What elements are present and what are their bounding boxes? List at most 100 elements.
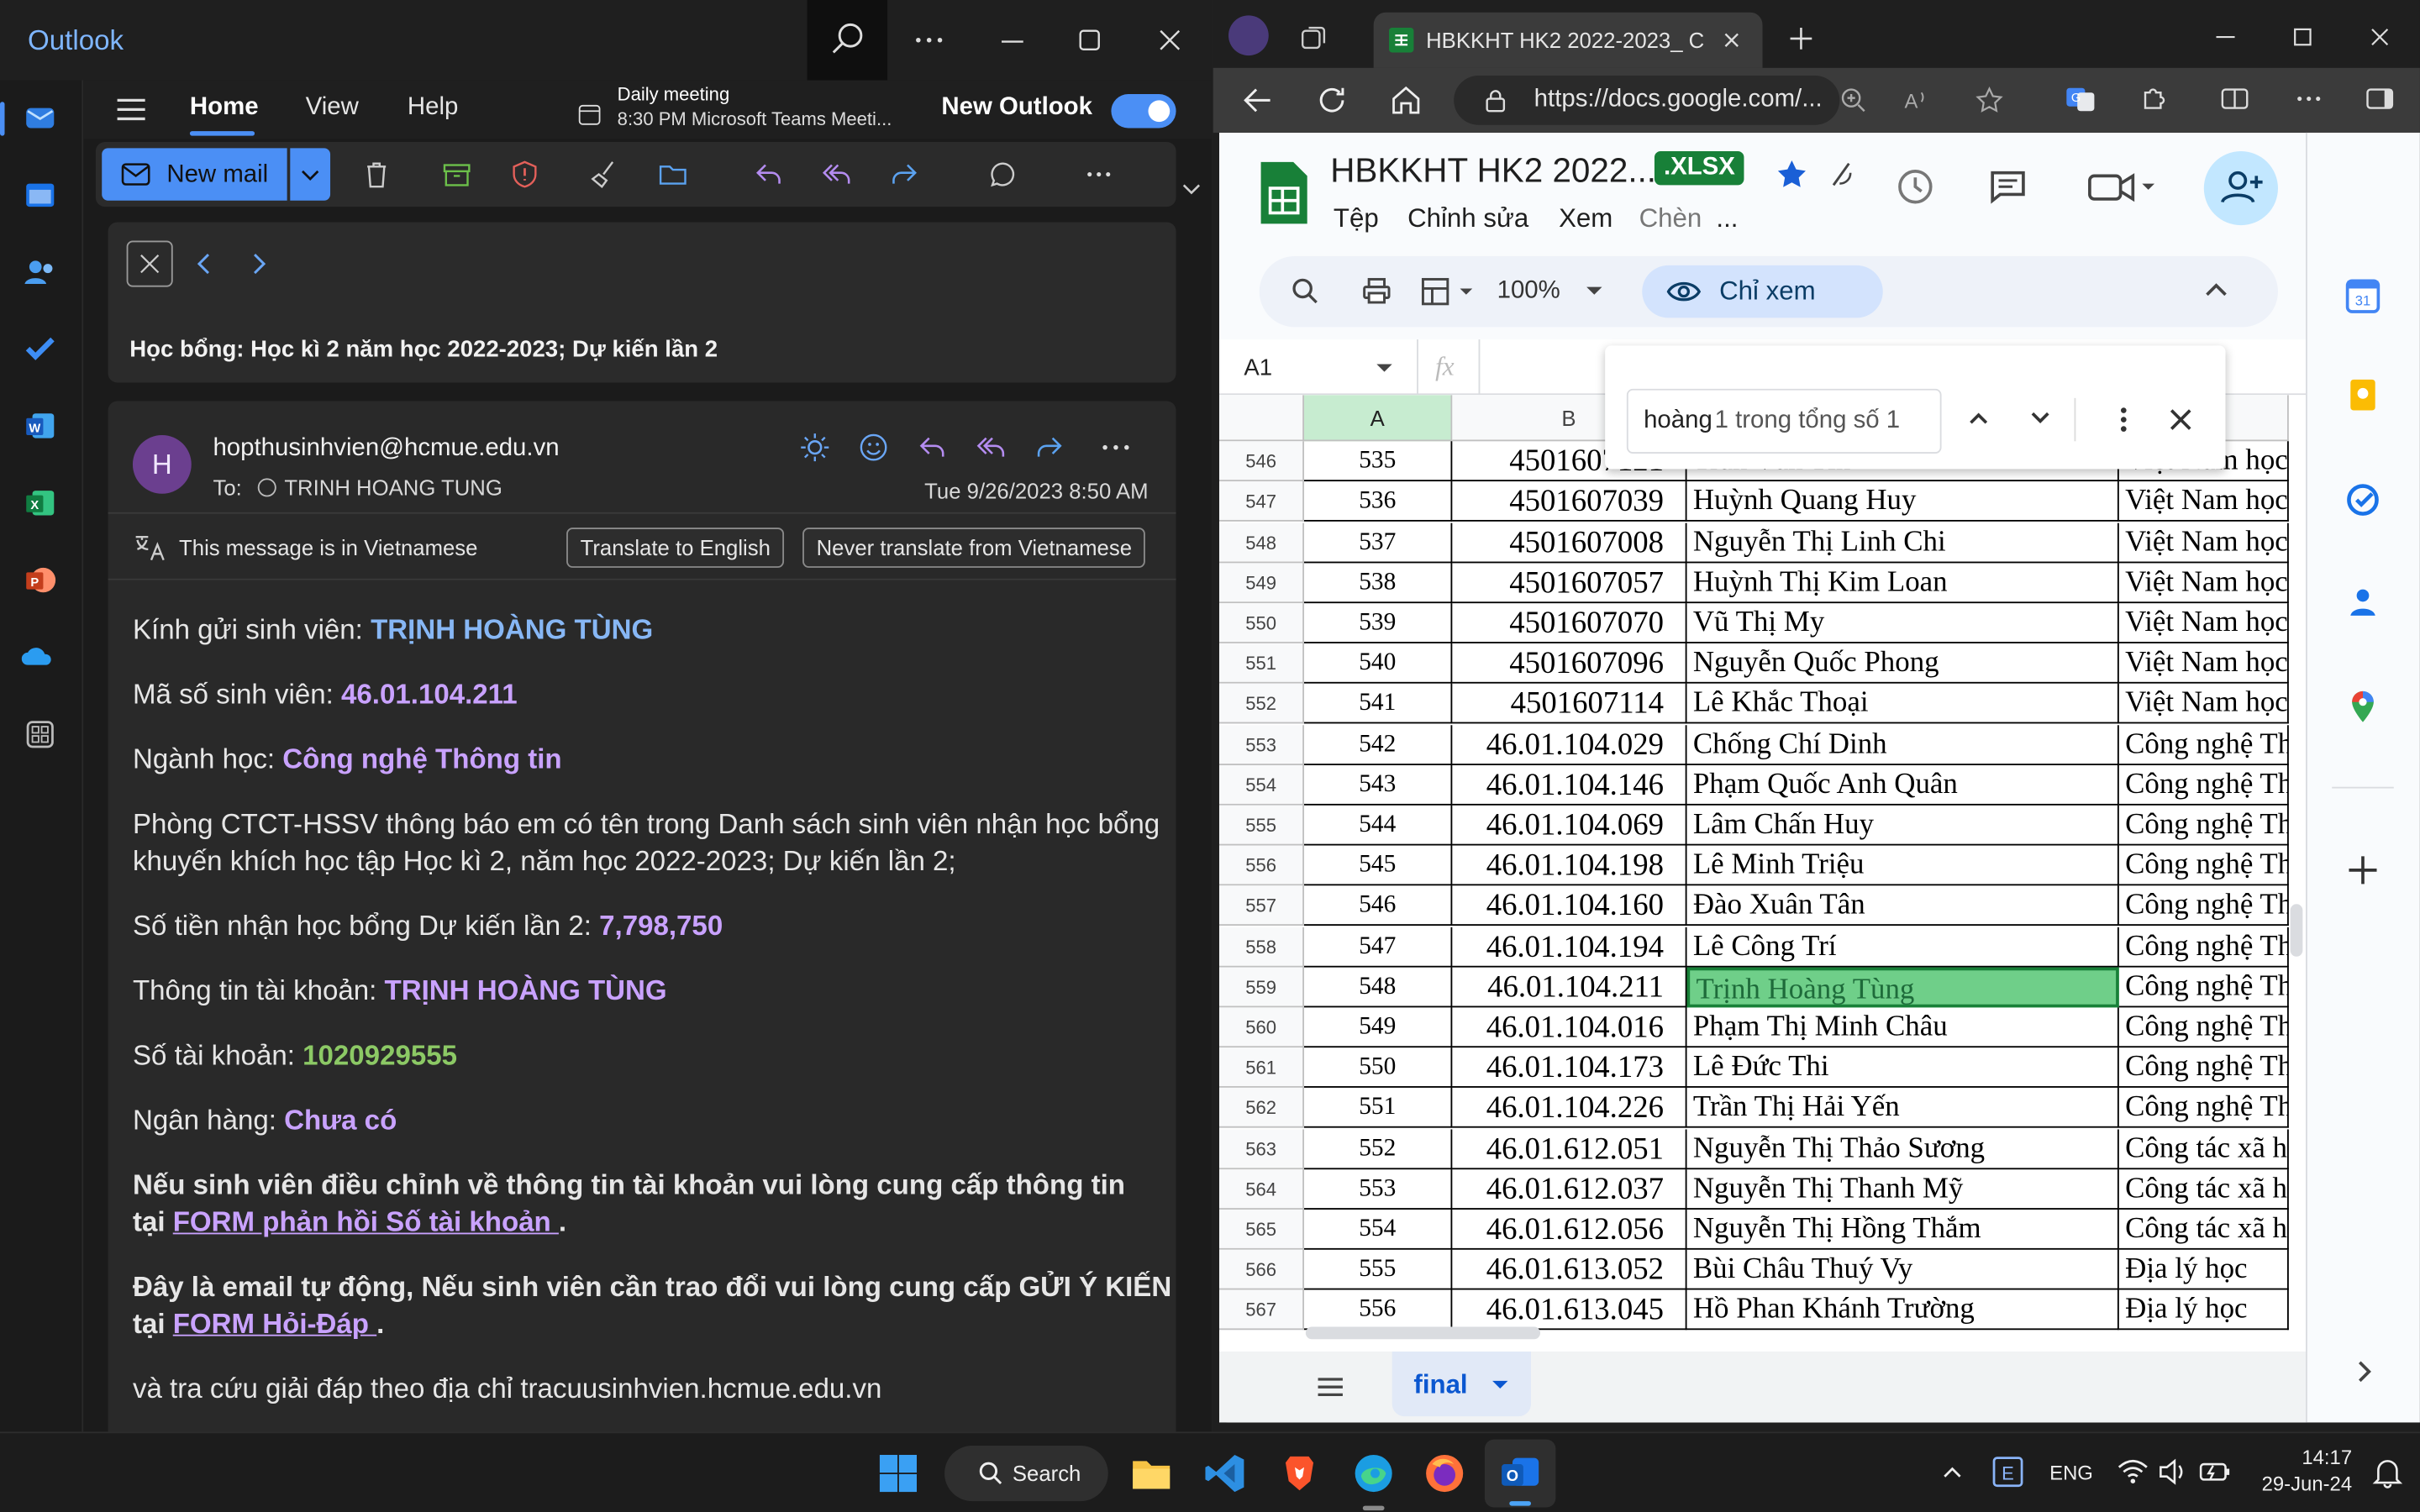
row-header[interactable]: 557 (1218, 885, 1305, 927)
table-cell[interactable]: 46.01.104.069 (1452, 805, 1687, 846)
table-cell[interactable]: 46.01.104.211 (1452, 967, 1687, 1008)
table-cell[interactable]: Lê Minh Triệu (1686, 845, 2119, 886)
find-options-button[interactable] (2114, 404, 2133, 435)
table-cell[interactable]: 4501607114 (1452, 683, 1687, 724)
view-only-button[interactable]: Chỉ xem (1642, 265, 1883, 318)
row-header[interactable]: 559 (1218, 967, 1305, 1008)
address-field[interactable]: https://docs.google.com/... (1454, 75, 1840, 125)
ribbon-more-button[interactable] (1083, 159, 1114, 190)
table-cell[interactable]: 46.01.104.029 (1452, 725, 1687, 766)
message-forward-button[interactable] (1034, 432, 1065, 463)
row-header[interactable]: 563 (1218, 1129, 1305, 1170)
row-header[interactable]: 556 (1218, 845, 1305, 886)
table-cell[interactable]: 46.01.104.226 (1452, 1087, 1687, 1128)
table-cell[interactable]: Việt Nam học (2118, 481, 2289, 522)
row-header[interactable]: 552 (1218, 683, 1305, 724)
translate-english-button[interactable]: Translate to English (566, 528, 785, 568)
table-cell[interactable]: 4501607039 (1452, 481, 1687, 522)
table-cell[interactable]: Hồ Phan Khánh Trường (1686, 1289, 2119, 1331)
brave-button[interactable] (1278, 1452, 1321, 1494)
table-cell[interactable]: 551 (1304, 1087, 1453, 1128)
table-cell[interactable]: 540 (1304, 643, 1453, 684)
table-cell[interactable]: 4501607070 (1452, 603, 1687, 643)
table-cell[interactable]: 46.01.104.194 (1452, 927, 1687, 968)
name-box-dropdown-icon[interactable] (1374, 361, 1396, 376)
forward-button[interactable] (889, 159, 920, 190)
table-cell[interactable]: 46.01.612.051 (1452, 1129, 1687, 1170)
table-cell[interactable]: 536 (1304, 481, 1453, 522)
highlighted-cell[interactable]: Trịnh Hoàng Tùng (1686, 967, 2119, 1008)
table-cell[interactable]: Lê Công Trí (1686, 927, 2119, 968)
onedrive-app-button[interactable] (21, 638, 59, 675)
table-cell[interactable]: 541 (1304, 683, 1453, 724)
back-button[interactable] (1241, 83, 1275, 117)
powerpoint-app-button[interactable]: P (22, 562, 59, 599)
table-cell[interactable]: 46.01.104.173 (1452, 1047, 1687, 1088)
table-cell[interactable]: Lâm Chấn Huy (1686, 805, 2119, 846)
table-cell[interactable]: 46.01.613.052 (1452, 1249, 1687, 1290)
table-cell[interactable]: Công nghệ Th (2118, 805, 2289, 846)
firefox-button[interactable] (1423, 1452, 1465, 1494)
star-document-button[interactable] (1775, 157, 1808, 191)
browser-tab[interactable]: HBKKHT HK2 2022-2023_ Chính (1373, 12, 1763, 68)
table-cell[interactable]: Công nghệ Th (2118, 927, 2289, 968)
report-button[interactable] (509, 159, 540, 190)
table-cell[interactable]: 542 (1304, 725, 1453, 766)
teams-chat-button[interactable] (987, 159, 1018, 190)
print-button[interactable] (1361, 276, 1392, 307)
zoom-select[interactable]: 100% (1497, 278, 1560, 306)
table-cell[interactable]: Việt Nam học (2118, 563, 2289, 604)
row-header[interactable]: 551 (1218, 643, 1305, 684)
maps-addon-button[interactable] (2344, 688, 2381, 725)
extensions-button[interactable] (2139, 83, 2170, 114)
new-outlook-toggle[interactable] (1111, 94, 1176, 129)
calendar-app-button[interactable] (22, 176, 59, 213)
zoom-dropdown-icon[interactable] (1583, 284, 1605, 299)
row-header[interactable]: 567 (1218, 1289, 1305, 1331)
tab-home[interactable]: Home (190, 94, 259, 122)
meet-button[interactable] (2086, 166, 2155, 207)
move-to-button[interactable] (657, 159, 688, 190)
table-cell[interactable]: Nguyễn Thị Hồng Thắm (1686, 1209, 2119, 1250)
todo-app-button[interactable] (22, 330, 59, 367)
mail-app-button[interactable] (22, 99, 59, 136)
reply-all-button[interactable] (821, 159, 852, 190)
table-cell[interactable]: Đào Xuân Tân (1686, 885, 2119, 927)
table-cell[interactable]: Địa lý học (2118, 1289, 2289, 1331)
table-cell[interactable]: 4501607057 (1452, 563, 1687, 604)
vertical-scrollbar-thumb[interactable] (2290, 904, 2303, 957)
workspaces-button[interactable] (1300, 22, 1331, 53)
start-button[interactable] (876, 1452, 919, 1494)
table-cell[interactable]: Công nghệ Th (2118, 1007, 2289, 1048)
close-tab-button[interactable] (1719, 28, 1744, 52)
more-options-button[interactable] (911, 22, 948, 59)
column-header-a[interactable]: A (1304, 395, 1453, 442)
table-cell[interactable]: Huỳnh Quang Huy (1686, 481, 2119, 522)
row-header[interactable]: 547 (1218, 481, 1305, 522)
edge-minimize-button[interactable] (2207, 18, 2244, 55)
table-cell[interactable]: Công nghệ Th (2118, 1087, 2289, 1128)
collapse-toolbar-button[interactable] (2204, 279, 2228, 301)
select-all-corner[interactable] (1218, 395, 1305, 442)
sweep-button[interactable] (590, 159, 621, 190)
translate-page-button[interactable]: G (2065, 83, 2096, 114)
search-button[interactable] (807, 0, 888, 81)
keep-addon-button[interactable] (2344, 376, 2381, 413)
table-cell[interactable]: 46.01.104.016 (1452, 1007, 1687, 1048)
wifi-icon[interactable] (2118, 1458, 2149, 1486)
table-cell[interactable]: 543 (1304, 765, 1453, 806)
table-cell[interactable]: 553 (1304, 1169, 1453, 1210)
message-reply-button[interactable] (917, 432, 948, 463)
table-cell[interactable]: Công nghệ Th (2118, 967, 2289, 1008)
find-next-button[interactable] (2028, 407, 2052, 429)
version-history-button[interactable] (1895, 166, 1935, 207)
tab-help[interactable]: Help (408, 94, 458, 122)
table-cell[interactable]: Việt Nam học (2118, 683, 2289, 724)
table-cell[interactable]: 545 (1304, 845, 1453, 886)
edge-close-button[interactable] (2361, 18, 2398, 55)
browser-menu-button[interactable] (2293, 83, 2324, 114)
table-cell[interactable]: 4501607008 (1452, 522, 1687, 564)
word-app-button[interactable]: W (22, 407, 59, 444)
row-header[interactable]: 553 (1218, 725, 1305, 766)
edge-maximize-button[interactable] (2284, 18, 2321, 55)
